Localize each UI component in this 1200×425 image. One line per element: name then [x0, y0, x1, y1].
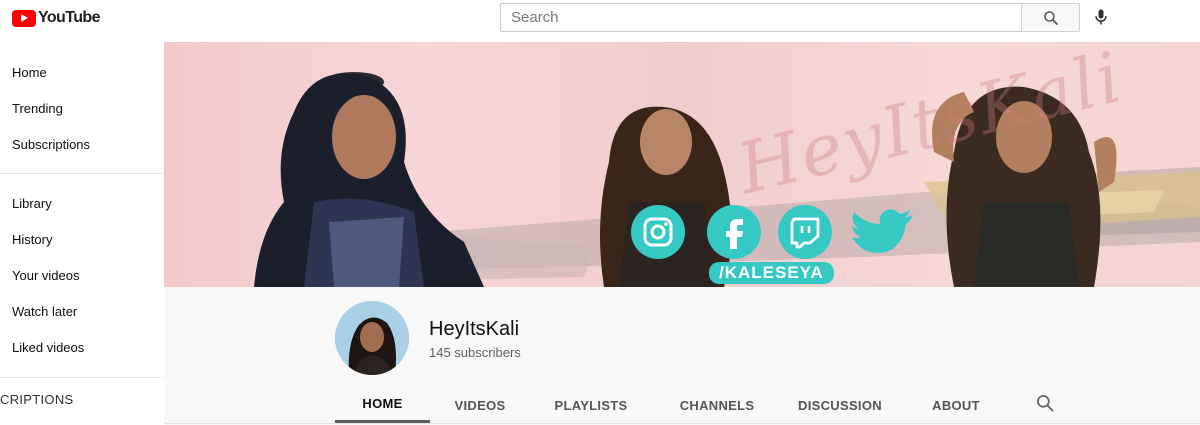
instagram-icon	[631, 205, 685, 259]
sidebar: Home Trending Subscriptions Library Hist…	[0, 42, 164, 425]
sidebar-item-your-videos[interactable]: Your videos	[12, 268, 79, 283]
sidebar-divider	[0, 377, 163, 378]
subscriber-count: 145 subscribers	[429, 345, 521, 360]
banner-handle: /KALESEYA	[709, 262, 834, 284]
search-icon	[1037, 395, 1054, 412]
tab-home[interactable]: HOME	[335, 387, 430, 423]
search-icon	[1043, 10, 1058, 25]
twitch-icon	[778, 205, 832, 259]
channel-header: HeyItsKali 145 subscribers HOME VIDEOS P…	[164, 287, 1200, 425]
sidebar-item-home[interactable]: Home	[12, 65, 47, 80]
sidebar-item-history[interactable]: History	[12, 232, 52, 247]
channel-banner: HeyItsKali /KALESEYA	[164, 42, 1200, 287]
tab-channels[interactable]: CHANNELS	[672, 387, 762, 423]
sidebar-section-heading: CRIPTIONS	[0, 392, 74, 407]
logo-text: YouTube	[38, 9, 100, 26]
channel-avatar[interactable]	[335, 301, 409, 375]
sidebar-item-subscriptions[interactable]: Subscriptions	[12, 137, 90, 152]
sidebar-item-watch-later[interactable]: Watch later	[12, 304, 77, 319]
sidebar-divider	[0, 173, 163, 174]
sidebar-item-library[interactable]: Library	[12, 196, 52, 211]
channel-name: HeyItsKali	[429, 318, 520, 340]
sidebar-item-liked-videos[interactable]: Liked videos	[12, 340, 84, 355]
tab-videos[interactable]: VIDEOS	[445, 387, 515, 423]
tab-playlists[interactable]: PLAYLISTS	[550, 387, 632, 423]
tab-discussion[interactable]: DISCUSSION	[795, 387, 885, 423]
avatar-image	[335, 301, 409, 375]
search-button[interactable]	[1021, 3, 1080, 32]
header-divider	[164, 423, 1200, 424]
voice-search-button[interactable]	[1088, 4, 1114, 30]
channel-search-button[interactable]	[1033, 391, 1057, 415]
facebook-icon	[707, 205, 761, 259]
tab-about[interactable]: ABOUT	[921, 387, 991, 423]
search-input[interactable]	[501, 4, 1022, 31]
sidebar-item-trending[interactable]: Trending	[12, 101, 63, 116]
masthead: YouTube	[0, 0, 1200, 42]
search-box	[500, 3, 1022, 32]
youtube-logo[interactable]: YouTube	[12, 8, 100, 28]
youtube-play-icon	[12, 9, 36, 27]
microphone-icon	[1095, 9, 1107, 25]
